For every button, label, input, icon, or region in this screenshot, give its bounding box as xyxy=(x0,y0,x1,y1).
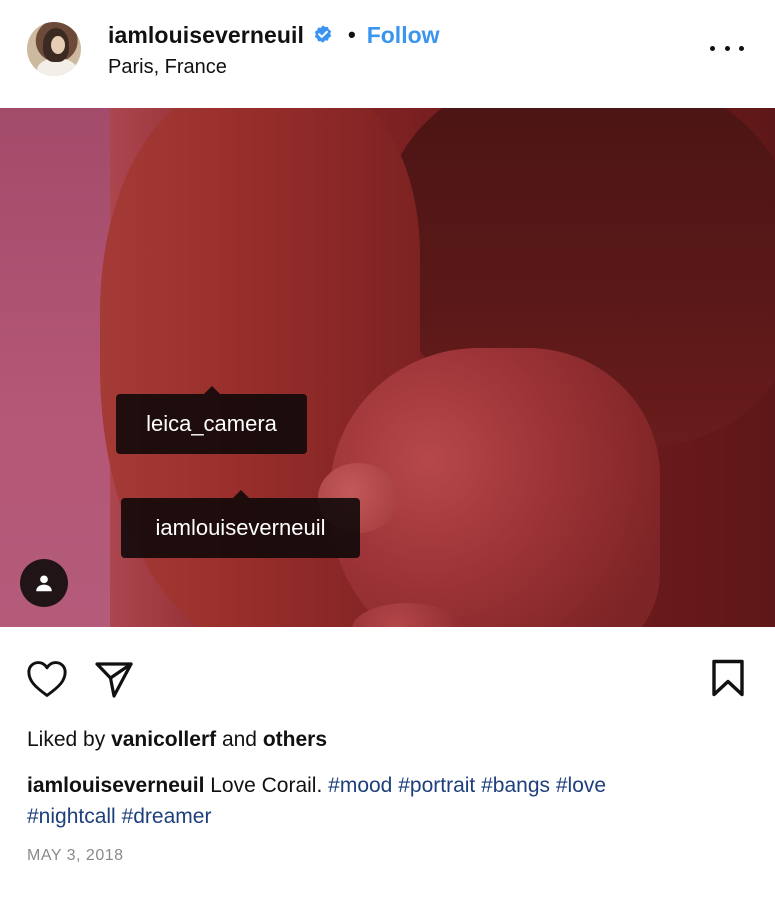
user-tag-icon[interactable] xyxy=(20,559,68,607)
likes-others-link[interactable]: others xyxy=(263,728,327,751)
likes-prefix: Liked by xyxy=(27,728,106,751)
separator-dot: • xyxy=(348,22,356,47)
send-icon[interactable] xyxy=(94,659,134,699)
hashtag-link[interactable]: #mood xyxy=(328,774,392,797)
liked-by-user-link[interactable]: vanicollerf xyxy=(111,728,216,751)
hashtag-link[interactable]: #dreamer xyxy=(122,805,212,828)
username-link[interactable]: iamlouiseverneuil xyxy=(108,22,304,49)
hashtag-link[interactable]: #nightcall xyxy=(27,805,116,828)
caption-username-link[interactable]: iamlouiseverneuil xyxy=(27,774,204,797)
likes-middle: and xyxy=(221,728,257,751)
caption-text: Love Corail. xyxy=(210,774,323,797)
username-row: iamlouiseverneuil • Follow xyxy=(108,20,440,50)
action-bar xyxy=(0,627,775,727)
likes-summary: Liked by vanicollerf and others xyxy=(27,728,327,752)
follow-button[interactable]: Follow xyxy=(367,22,440,49)
verified-badge-icon xyxy=(314,25,332,43)
avatar[interactable] xyxy=(27,22,81,76)
hashtag-link[interactable]: #bangs xyxy=(481,774,550,797)
bookmark-icon[interactable] xyxy=(711,659,745,697)
location-link[interactable]: Paris, France xyxy=(108,56,227,79)
hashtag-link[interactable]: #portrait xyxy=(398,774,475,797)
post-header: iamlouiseverneuil • Follow Paris, France xyxy=(0,0,775,108)
photo-tag-leica-camera[interactable]: leica_camera xyxy=(116,386,307,454)
post-photo[interactable]: leica_camera iamlouiseverneuil xyxy=(0,108,775,627)
caption: iamlouiseverneuil Love Corail. #mood #po… xyxy=(27,770,747,832)
hashtag-link[interactable]: #love xyxy=(556,774,606,797)
more-options-icon[interactable] xyxy=(710,38,744,58)
photo-tag-iamlouiseverneuil[interactable]: iamlouiseverneuil xyxy=(121,490,360,558)
heart-icon[interactable] xyxy=(26,660,68,698)
post-date: MAY 3, 2018 xyxy=(27,847,124,864)
